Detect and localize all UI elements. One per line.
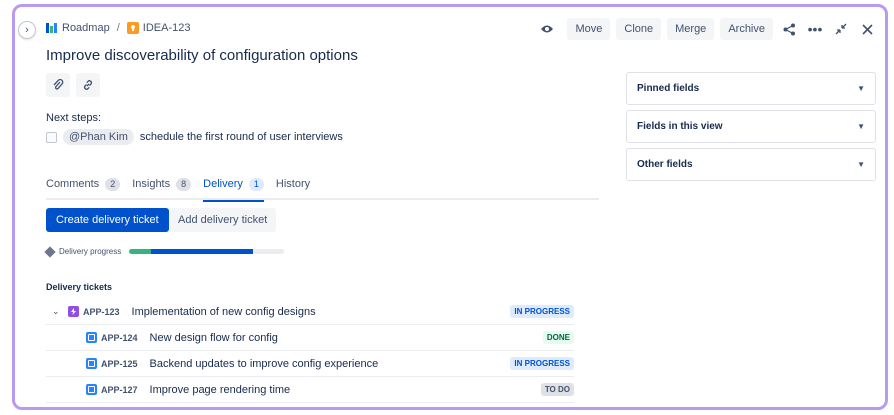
breadcrumb-issue-key[interactable]: IDEA-123: [143, 22, 191, 34]
tab-count: 8: [176, 178, 192, 191]
roadmap-icon: [46, 23, 58, 33]
epic-icon: [68, 306, 79, 317]
task-icon: [86, 384, 97, 395]
delivery-progress-bar: [129, 249, 285, 254]
section-label: Other fields: [637, 159, 693, 170]
user-mention[interactable]: @Phan Kim: [63, 129, 134, 145]
chevron-down-icon: ▼: [857, 122, 865, 131]
table-row[interactable]: APP-125 Backend updates to improve confi…: [46, 351, 574, 377]
other-fields-section[interactable]: Other fields ▼: [626, 148, 876, 181]
section-label: Fields in this view: [637, 121, 723, 132]
status-badge: IN PROGRESS: [510, 305, 574, 318]
archive-button[interactable]: Archive: [720, 18, 773, 40]
status-badge: DONE: [542, 331, 574, 344]
status-badge: IN PROGRESS: [510, 357, 574, 370]
tab-label: Delivery: [203, 178, 243, 190]
section-label: Pinned fields: [637, 83, 700, 94]
task-text: schedule the first round of user intervi…: [139, 131, 343, 143]
create-delivery-ticket-button[interactable]: Create delivery ticket: [46, 208, 169, 232]
breadcrumb-project[interactable]: Roadmap: [62, 22, 110, 34]
expand-sidebar-icon[interactable]: ›: [18, 21, 36, 39]
progress-in-progress-segment: [150, 249, 254, 254]
ticket-key[interactable]: APP-125: [101, 359, 138, 369]
chevron-down-icon: ▼: [857, 160, 865, 169]
progress-done-segment: [129, 249, 151, 254]
toolbar: Move Clone Merge Archive •••: [539, 18, 877, 40]
ticket-summary[interactable]: Backend updates to improve config experi…: [150, 358, 379, 370]
delivery-progress-icon: [44, 245, 56, 258]
tab-delivery[interactable]: Delivery 1: [203, 178, 264, 202]
tab-count: 2: [105, 178, 121, 191]
action-item: @Phan Kim schedule the first round of us…: [46, 129, 343, 145]
delivery-progress: Delivery progress: [44, 245, 285, 258]
table-row[interactable]: APP-127 Improve page rendering time TO D…: [46, 377, 574, 403]
more-options-icon[interactable]: •••: [805, 19, 825, 39]
tab-history[interactable]: History: [276, 178, 310, 200]
ticket-summary[interactable]: Implementation of new config designs: [132, 306, 316, 318]
tab-comments[interactable]: Comments 2: [46, 178, 121, 200]
delivery-progress-label: Delivery progress: [59, 247, 122, 256]
collapse-icon[interactable]: [831, 19, 851, 39]
tab-bar: Comments 2 Insights 8 Delivery 1 History: [46, 178, 599, 202]
ticket-summary[interactable]: Improve page rendering time: [150, 384, 291, 396]
chevron-down-icon[interactable]: ⌄: [52, 306, 68, 317]
issue-panel: › Roadmap / IDEA-123 Move Clone Merge Ar…: [12, 4, 888, 410]
add-delivery-ticket-button[interactable]: Add delivery ticket: [169, 208, 277, 232]
share-icon[interactable]: [779, 19, 799, 39]
delivery-ticket-list: ⌄ APP-123 Implementation of new config d…: [46, 299, 574, 403]
tab-label: Insights: [132, 178, 171, 190]
ticket-summary[interactable]: New design flow for config: [150, 332, 278, 344]
table-row[interactable]: APP-124 New design flow for config DONE: [46, 325, 574, 351]
status-badge: TO DO: [540, 383, 574, 396]
ticket-key[interactable]: APP-127: [101, 385, 138, 395]
tab-insights[interactable]: Insights 8: [132, 178, 192, 200]
close-icon[interactable]: [857, 19, 877, 39]
tab-label: History: [275, 178, 311, 190]
ticket-key[interactable]: APP-123: [83, 307, 120, 317]
tab-count: 1: [248, 178, 264, 191]
clone-button[interactable]: Clone: [616, 18, 662, 40]
fields-panel: Pinned fields ▼ Fields in this view ▼ Ot…: [626, 72, 876, 186]
fields-in-view-section[interactable]: Fields in this view ▼: [626, 110, 876, 143]
table-row[interactable]: ⌄ APP-123 Implementation of new config d…: [46, 299, 574, 325]
watch-eye-icon[interactable]: [539, 21, 555, 37]
move-button[interactable]: Move: [567, 18, 611, 40]
next-steps-label: Next steps:: [46, 112, 102, 124]
pinned-fields-section[interactable]: Pinned fields ▼: [626, 72, 876, 105]
idea-icon: [126, 22, 139, 34]
attachment-icon[interactable]: [46, 73, 70, 97]
task-icon: [86, 332, 97, 343]
link-icon[interactable]: [76, 73, 100, 97]
delivery-tickets-heading: Delivery tickets: [46, 282, 113, 292]
task-checkbox[interactable]: [46, 131, 57, 143]
chevron-down-icon: ▼: [857, 84, 865, 93]
ticket-key[interactable]: APP-124: [101, 333, 138, 343]
page-title[interactable]: Improve discoverability of configuration…: [46, 47, 358, 64]
merge-button[interactable]: Merge: [667, 18, 715, 40]
task-icon: [86, 358, 97, 369]
breadcrumb: Roadmap / IDEA-123: [46, 22, 190, 34]
attach-row: [46, 73, 100, 97]
tab-label: Comments: [46, 178, 100, 190]
breadcrumb-separator: /: [116, 22, 120, 34]
